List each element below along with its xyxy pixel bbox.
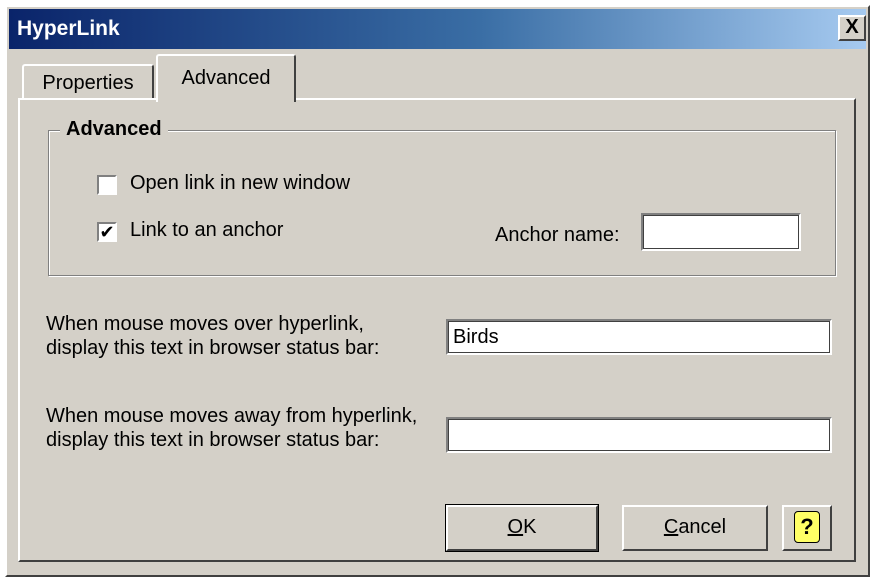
open-new-window-checkbox[interactable] (97, 175, 117, 195)
status-over-label-line1: When mouse moves over hyperlink, (46, 313, 364, 335)
status-away-label-line1: When mouse moves away from hyperlink, (46, 405, 418, 427)
help-button[interactable]: ? (782, 505, 832, 551)
ok-button[interactable]: OK (445, 504, 599, 552)
open-new-window-label[interactable]: Open link in new window (130, 172, 350, 195)
ok-label-rest: K (523, 516, 537, 538)
link-to-anchor-checkbox[interactable]: ✔ (97, 222, 117, 242)
link-to-anchor-label[interactable]: Link to an anchor (130, 219, 283, 242)
close-icon: X (845, 16, 859, 38)
title-bar[interactable]: HyperLink X (9, 9, 866, 49)
cancel-label-rest: ancel (678, 516, 727, 538)
cancel-button[interactable]: Cancel (622, 505, 768, 551)
help-question-icon: ? (794, 511, 820, 543)
ok-mnemonic: O (507, 516, 524, 538)
anchor-name-input[interactable] (641, 213, 801, 251)
check-icon: ✔ (99, 222, 115, 242)
tab-properties[interactable]: Properties (22, 64, 154, 100)
advanced-group-legend: Advanced (60, 118, 168, 141)
tab-advanced[interactable]: Advanced (156, 54, 296, 102)
window-title: HyperLink (17, 17, 120, 40)
cancel-mnemonic: C (663, 516, 679, 538)
status-over-input[interactable] (446, 319, 832, 355)
close-button[interactable]: X (838, 15, 866, 41)
status-over-label-line2: display this text in browser status bar: (46, 337, 380, 359)
status-away-label-line2: display this text in browser status bar: (46, 429, 380, 451)
advanced-groupbox (48, 130, 836, 276)
status-away-input[interactable] (446, 417, 832, 453)
anchor-name-label: Anchor name: (495, 224, 620, 246)
